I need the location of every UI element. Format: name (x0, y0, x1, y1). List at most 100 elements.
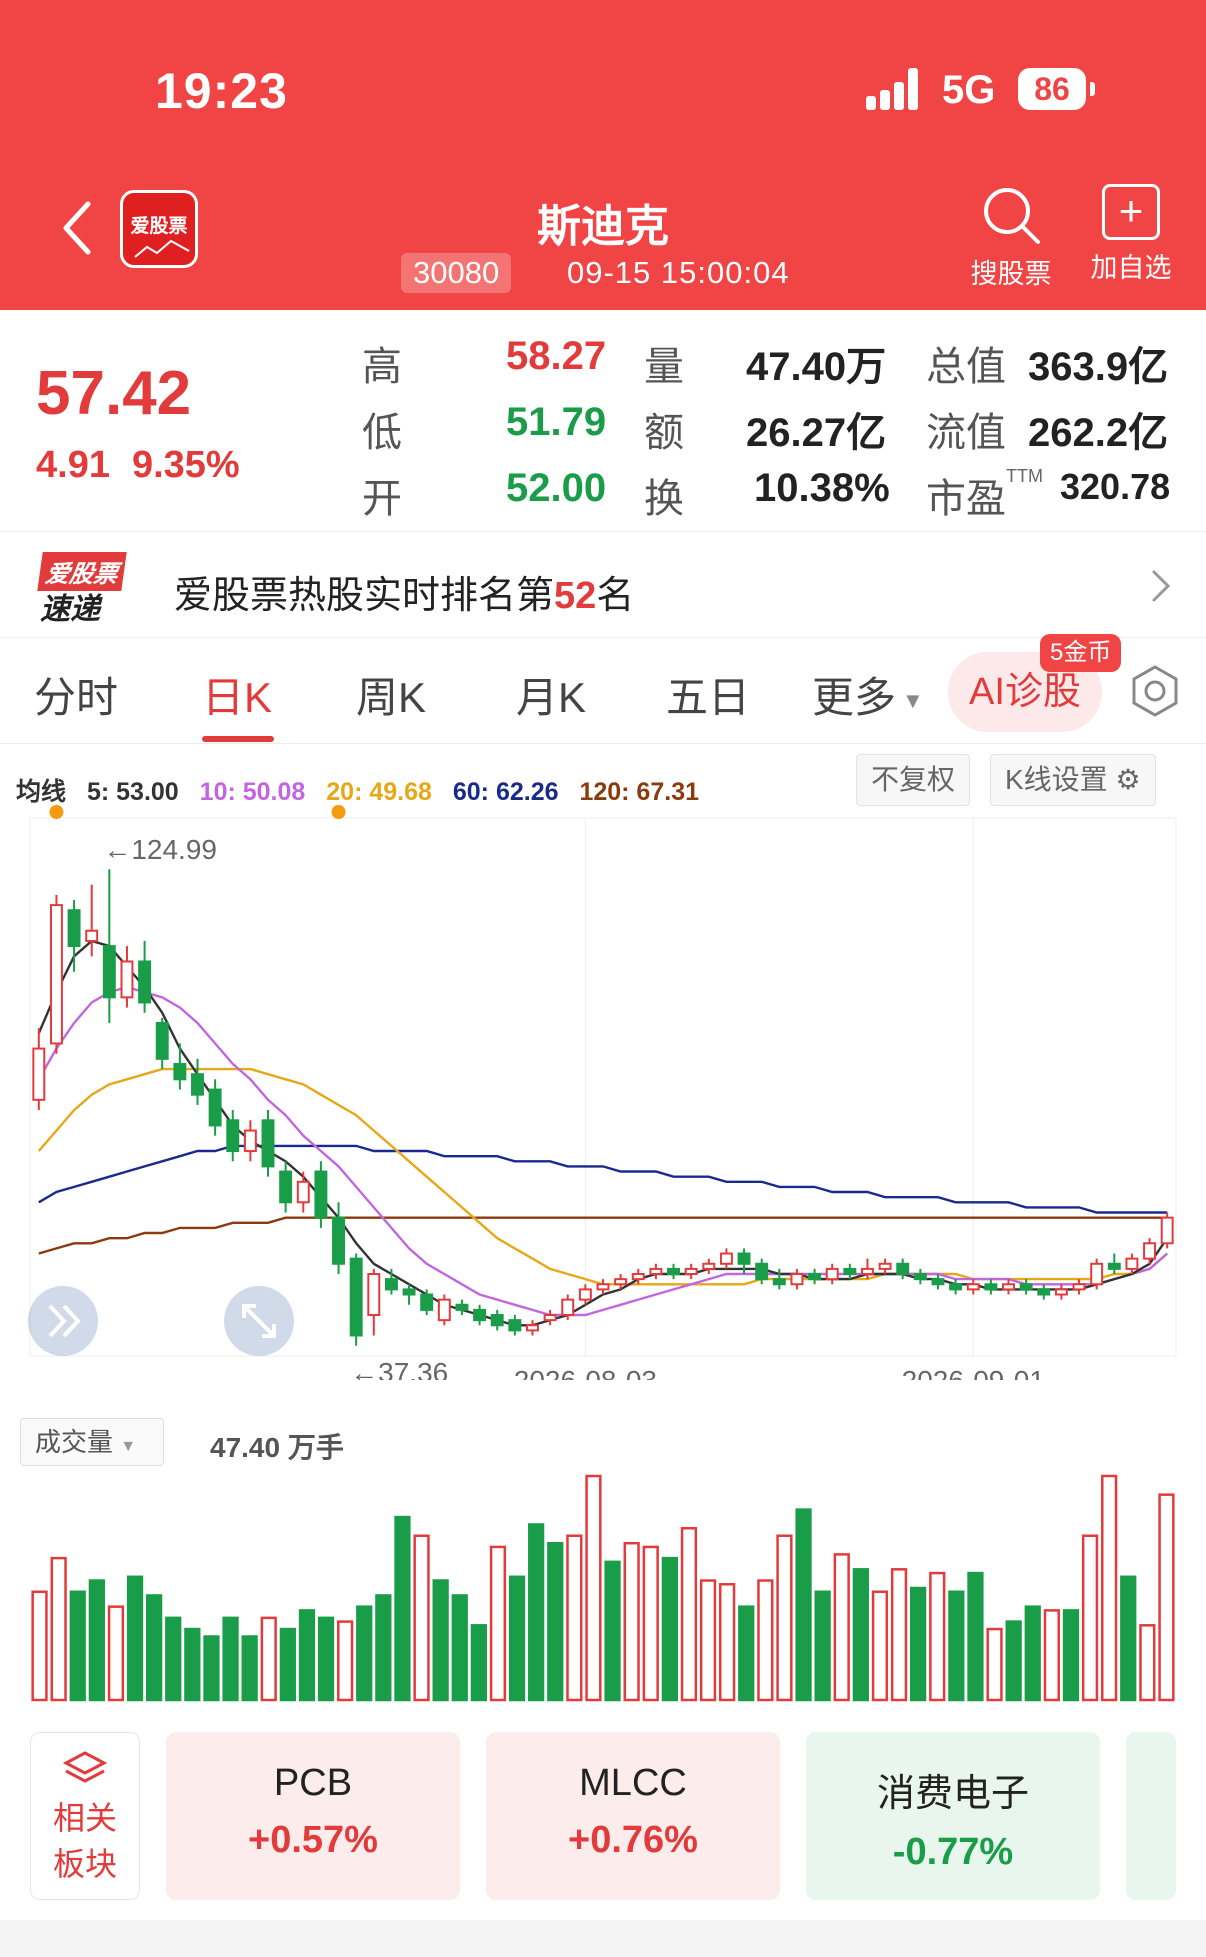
volume-bar (1062, 1609, 1080, 1702)
volume-bar (1101, 1474, 1118, 1702)
tab-weekly-k[interactable]: 周K (356, 664, 426, 725)
pe-value: 320.78 (1060, 466, 1171, 507)
coin-badge: 5金币 (1040, 634, 1122, 672)
expand-left-button[interactable] (28, 1286, 98, 1356)
layers-icon (62, 1751, 108, 1783)
candle-body (296, 1180, 310, 1204)
hot-rank-banner[interactable]: 爱股票 速递 爱股票热股实时排名第52名 (0, 532, 1206, 638)
last-price: 57.42 (36, 359, 192, 428)
amount-label: 额 (644, 411, 684, 455)
volume-bar (929, 1571, 946, 1702)
tab-monthly-k[interactable]: 月K (516, 664, 586, 725)
float-cap-label: 流值 (926, 411, 1006, 455)
settings-icon[interactable] (1128, 664, 1182, 718)
related-sectors: 相关 板块 PCB +0.57% MLCC +0.76% 消费电子 -0.77% (0, 1728, 1206, 1904)
candle-body (332, 1216, 346, 1265)
battery-indicator: 86 (1018, 68, 1095, 110)
chevron-right-icon (1152, 570, 1171, 602)
volume-bar (833, 1553, 850, 1702)
high-value: 58.27 (506, 334, 607, 378)
volume-bar (967, 1571, 984, 1702)
volume-bar (50, 1556, 67, 1702)
candle-body (1054, 1288, 1068, 1296)
volume-bar (585, 1474, 602, 1702)
candle-body (32, 1047, 46, 1101)
tab-intraday[interactable]: 分时 (34, 664, 118, 725)
candle-body (561, 1298, 575, 1317)
candle-body (719, 1252, 733, 1265)
candle-body (314, 1170, 328, 1219)
candle-body (473, 1308, 487, 1322)
candle-body (631, 1273, 645, 1281)
candle-body (173, 1062, 187, 1081)
tab-five-day[interactable]: 五日 (666, 664, 750, 725)
volume-bar (1081, 1534, 1099, 1702)
volume-bar (1120, 1575, 1137, 1702)
candle-body (67, 909, 81, 948)
sector-card-more[interactable] (1126, 1732, 1176, 1900)
network-type: 5G (942, 68, 996, 112)
low-label: 低 (362, 411, 402, 455)
candle-body (790, 1273, 804, 1286)
market-cap-label: 总值 (926, 345, 1006, 389)
x-tick-label: 2026-08-03 (514, 1365, 657, 1380)
volume-bar (986, 1627, 1003, 1702)
candle-body (931, 1278, 945, 1286)
candle-body (455, 1303, 469, 1311)
candle-body (1107, 1262, 1121, 1270)
volume-bar (146, 1594, 163, 1702)
tab-more[interactable]: 更多 ▼ (812, 664, 924, 725)
candle-body (261, 1119, 275, 1168)
candle-body (896, 1262, 910, 1276)
volume-bar (814, 1590, 831, 1702)
search-icon (984, 188, 1040, 244)
candle-body (526, 1324, 539, 1332)
quote-panel: 57.42 4.91 9.35% 高 58.27 量 47.40万 总值 363.… (0, 310, 1206, 532)
float-cap-value: 262.2亿 (1028, 411, 1169, 455)
stock-header: 19:23 5G 86 爱股票 斯迪克 30080 09-15 15:00:04… (0, 0, 1206, 310)
back-button[interactable] (54, 196, 102, 260)
candle-body (878, 1262, 892, 1270)
plus-icon: + (1102, 184, 1160, 240)
candle-body (420, 1293, 434, 1311)
related-sectors-button[interactable]: 相关 板块 (30, 1732, 140, 1900)
volume-bar (184, 1627, 201, 1702)
indicator-selector[interactable]: 成交量 ▼ (20, 1418, 164, 1466)
fullscreen-button[interactable] (224, 1286, 294, 1356)
sector-card-pcb[interactable]: PCB +0.57% (166, 1732, 460, 1900)
caret-down-icon: ▼ (902, 687, 924, 713)
volume-bar (88, 1579, 105, 1702)
candle-body (402, 1288, 416, 1296)
search-stock-button[interactable]: 搜股票 (964, 184, 1058, 291)
tab-daily-k[interactable]: 日K (202, 664, 272, 725)
volume-bar (910, 1586, 927, 1702)
x-tick-label: 2026-09-01 (902, 1365, 1045, 1380)
candlestick-chart[interactable]: 2026-08-03 2026-09-01 ←124.99 ←37.36 (0, 800, 1206, 1380)
ma60-line (38, 1144, 1168, 1214)
adjust-mode-button[interactable]: 不复权 (856, 754, 971, 806)
candle-body (1072, 1283, 1086, 1291)
kline-settings-button[interactable]: K线设置 ⚙ (990, 754, 1156, 806)
app-logo[interactable]: 爱股票 (120, 190, 198, 268)
volume-bar (432, 1579, 449, 1702)
volume-bar (948, 1590, 965, 1702)
sector-card-mlcc[interactable]: MLCC +0.76% (486, 1732, 780, 1900)
candle-body (1143, 1242, 1157, 1260)
candle-body (543, 1314, 557, 1322)
volume-bar (719, 1583, 736, 1702)
signal-icon (866, 68, 926, 110)
add-watchlist-button[interactable]: + 加自选 (1084, 184, 1178, 285)
volume-bar (890, 1568, 908, 1702)
candle-body (702, 1262, 716, 1270)
period-tabs: 分时 日K 周K 月K 五日 更多 ▼ AI诊股 5金币 (0, 634, 1206, 744)
volume-bar (661, 1556, 678, 1702)
candle-body (49, 904, 63, 1045)
volume-bar (604, 1560, 621, 1702)
volume-bar (699, 1579, 717, 1702)
candle-body (279, 1170, 293, 1204)
open-value: 52.00 (506, 466, 607, 510)
candle-body (913, 1273, 927, 1281)
candle-body (755, 1262, 769, 1281)
candle-body (667, 1267, 680, 1276)
sector-card-consumer-electronics[interactable]: 消费电子 -0.77% (806, 1732, 1100, 1900)
